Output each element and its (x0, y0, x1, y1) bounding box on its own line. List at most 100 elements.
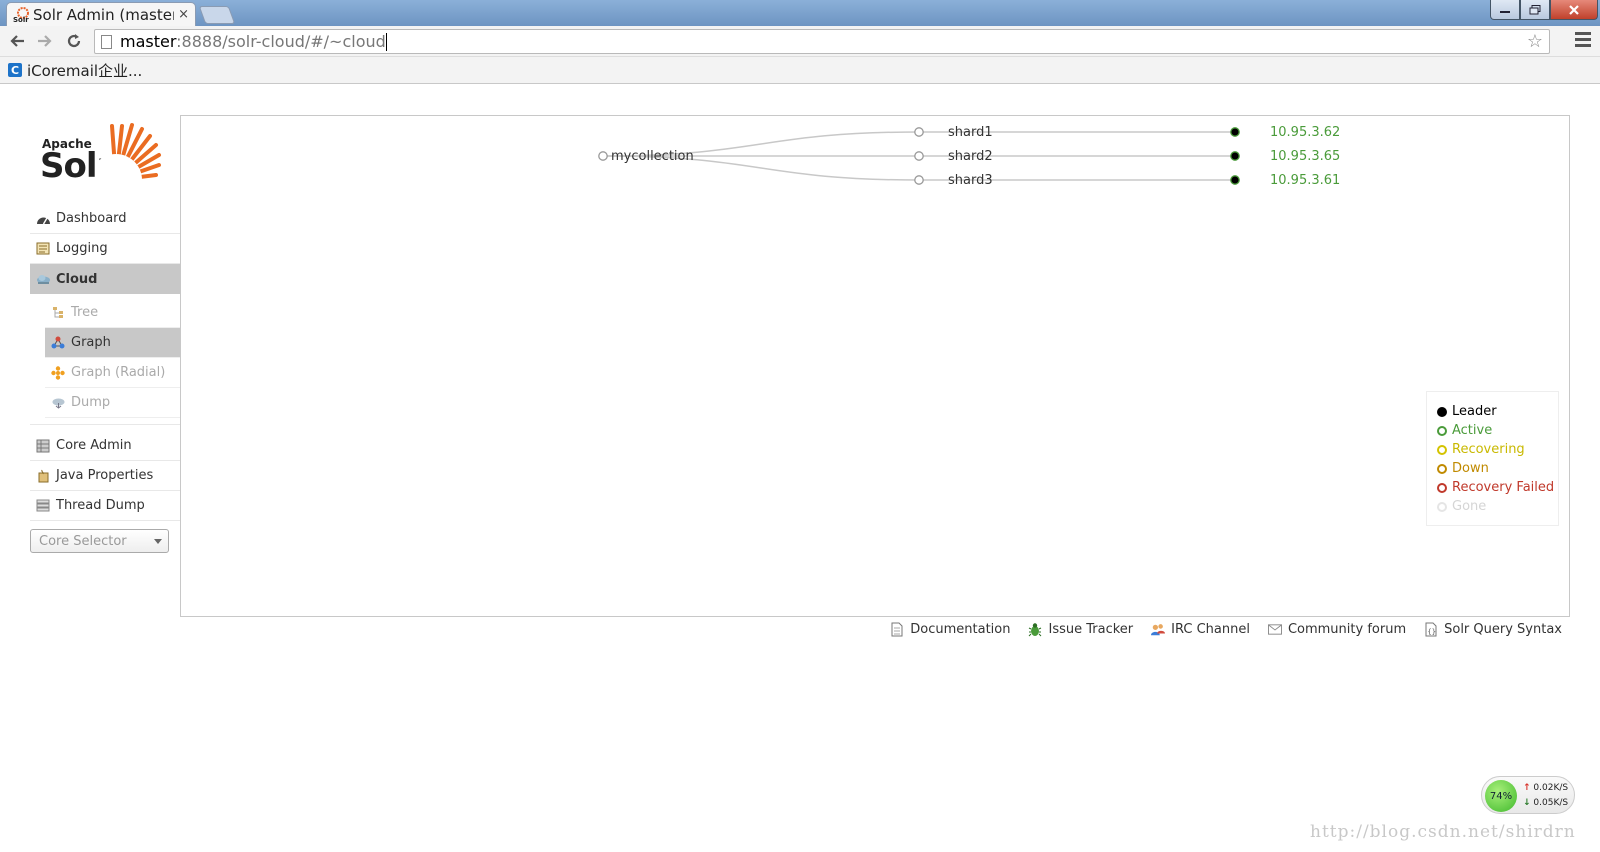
nav-label: Thread Dump (56, 498, 145, 513)
nav-label: Core Admin (56, 438, 132, 453)
forward-button[interactable] (33, 29, 57, 53)
left-navigation: Dashboard Logging Cloud Tree Graph Graph… (30, 204, 180, 521)
reload-icon (67, 34, 81, 48)
back-button[interactable] (5, 29, 29, 53)
issue-tracker-link[interactable]: Issue Tracker (1028, 622, 1133, 637)
legend-active: Active (1437, 421, 1558, 440)
solr-logo[interactable]: Apache Solr (40, 122, 165, 188)
nav-label: Tree (71, 305, 99, 320)
browser-toolbar: master:8888/solr-cloud/#/~cloud ☆ (0, 26, 1600, 57)
legend-dot-icon (1437, 463, 1447, 474)
solr-sun-icon (96, 123, 161, 186)
community-forum-link[interactable]: Community forum (1267, 622, 1406, 637)
minimize-icon (1500, 10, 1510, 13)
shard-node[interactable] (914, 127, 924, 137)
shard-node[interactable] (914, 175, 924, 185)
shard-label[interactable]: shard2 (948, 149, 993, 164)
nav-label: Dump (71, 395, 111, 410)
shard-label[interactable]: shard3 (948, 173, 993, 188)
document-icon (890, 622, 904, 637)
watermark-text: http://blog.csdn.net/shirdrn (1310, 822, 1576, 842)
legend-gone: Gone (1437, 497, 1558, 516)
solr-query-syntax-link[interactable]: {} Solr Query Syntax (1424, 622, 1562, 637)
new-tab-button[interactable] (198, 6, 236, 24)
tab-close-icon[interactable]: × (178, 7, 189, 22)
replica-leader-node[interactable] (1230, 175, 1240, 185)
bookmarks-bar: C iCoremail企业... (0, 57, 1600, 84)
core-selector-dropdown[interactable]: Core Selector (30, 529, 169, 553)
replica-leader-node[interactable] (1230, 151, 1240, 161)
dashboard-icon (35, 212, 51, 226)
nav-label: Logging (56, 241, 108, 256)
legend-dot-icon (1437, 444, 1447, 455)
nav-logging[interactable]: Logging (30, 234, 180, 264)
legend-recovering: Recovering (1437, 440, 1558, 459)
nav-cloud-graph[interactable]: Graph (45, 328, 180, 358)
cloud-subnav: Tree Graph Graph (Radial) Dump (30, 294, 180, 425)
irc-channel-link[interactable]: IRC Channel (1151, 622, 1250, 637)
nav-java-properties[interactable]: Java Properties (30, 461, 180, 491)
upload-speed: ↑ 0.02K/S (1523, 783, 1569, 793)
browser-titlebar: Solr Solr Admin (master × (0, 0, 1600, 26)
minimize-button[interactable] (1490, 0, 1520, 20)
graph-legend: Leader Active Recovering Down Recovery F… (1426, 391, 1559, 526)
graph-icon (50, 336, 66, 350)
back-arrow-icon (10, 35, 24, 47)
core-selector-label: Core Selector (39, 533, 127, 549)
nav-label: Cloud (56, 271, 98, 287)
dump-icon (50, 396, 66, 410)
legend-leader: Leader (1437, 402, 1558, 421)
browser-menu-icon[interactable] (1575, 32, 1591, 50)
users-icon (1151, 622, 1166, 637)
bookmark-star-icon[interactable]: ☆ (1527, 31, 1543, 52)
restore-button[interactable] (1520, 0, 1550, 20)
cpu-percent-badge: 74% (1485, 780, 1517, 812)
java-properties-icon (35, 469, 51, 483)
nav-label: Graph (71, 335, 111, 350)
replica-leader-node[interactable] (1230, 127, 1240, 137)
collection-label[interactable]: mycollection (611, 149, 694, 164)
legend-dot-icon (1437, 406, 1447, 417)
query-document-icon: {} (1424, 622, 1438, 637)
legend-dot-icon (1437, 482, 1447, 493)
nav-core-admin[interactable]: Core Admin (30, 431, 180, 461)
forward-arrow-icon (38, 35, 52, 47)
address-bar[interactable]: master:8888/solr-cloud/#/~cloud ☆ (94, 29, 1550, 54)
documentation-link[interactable]: Documentation (890, 622, 1010, 637)
restore-icon (1529, 4, 1541, 14)
nav-cloud[interactable]: Cloud (30, 264, 180, 294)
cloud-graph-panel: mycollection shard1 shard2 shard3 10.95.… (180, 115, 1570, 617)
bookmark-coremail[interactable]: iCoremail企业... (27, 60, 142, 81)
core-admin-icon (35, 439, 51, 453)
close-window-button[interactable] (1550, 0, 1598, 20)
tree-icon (50, 306, 66, 320)
network-monitor-widget[interactable]: 74% ↑ 0.02K/S ↓ 0.05K/S (1481, 776, 1575, 814)
radial-graph-icon (50, 365, 66, 380)
reload-button[interactable] (62, 29, 86, 53)
nav-label: Graph (Radial) (71, 365, 166, 380)
legend-recovery-failed: Recovery Failed (1437, 478, 1558, 497)
browser-tab[interactable]: Solr Solr Admin (master × (6, 2, 196, 26)
nav-dashboard[interactable]: Dashboard (30, 204, 180, 234)
replica-label[interactable]: 10.95.3.62 (1270, 125, 1340, 140)
nav-thread-dump[interactable]: Thread Dump (30, 491, 180, 521)
nav-cloud-dump[interactable]: Dump (45, 388, 180, 418)
page-icon (101, 34, 112, 49)
download-speed: ↓ 0.05K/S (1523, 798, 1569, 808)
legend-down: Down (1437, 459, 1558, 478)
replica-label[interactable]: 10.95.3.65 (1270, 149, 1340, 164)
logging-icon (35, 242, 51, 256)
nav-label: Java Properties (56, 468, 154, 483)
collection-node[interactable] (598, 151, 608, 161)
replica-label[interactable]: 10.95.3.61 (1270, 173, 1340, 188)
legend-dot-icon (1437, 501, 1447, 512)
shard-node[interactable] (914, 151, 924, 161)
nav-cloud-tree[interactable]: Tree (45, 298, 180, 328)
mail-icon (1267, 622, 1282, 637)
svg-text:Solr: Solr (13, 16, 29, 23)
legend-dot-icon (1437, 425, 1447, 436)
tab-title: Solr Admin (master (33, 5, 175, 24)
shard-label[interactable]: shard1 (948, 125, 993, 140)
nav-cloud-graph-radial[interactable]: Graph (Radial) (45, 358, 180, 388)
coremail-icon: C (8, 63, 22, 77)
